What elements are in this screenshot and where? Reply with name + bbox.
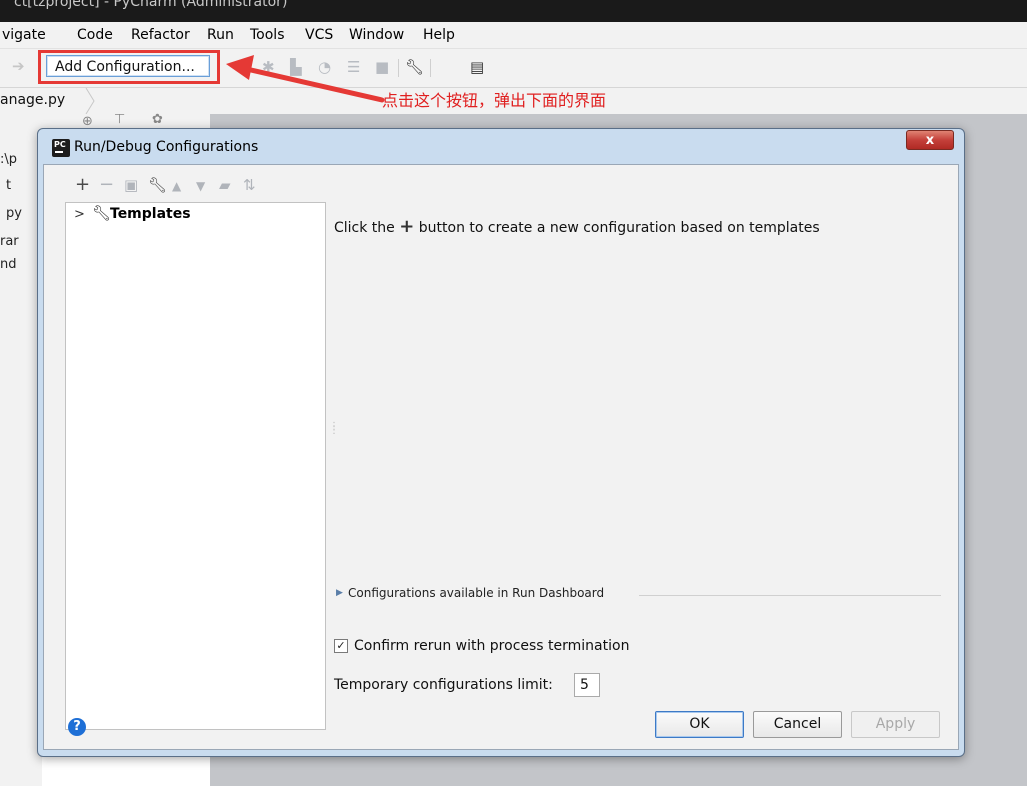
expand-triangle-icon[interactable]: ▶ [336,588,343,598]
ok-button[interactable]: OK [655,711,744,738]
cancel-button[interactable]: Cancel [753,711,842,738]
run-dashboard-section[interactable]: ▶ Configurations available in Run Dashbo… [334,585,941,605]
concurrency-icon[interactable]: ☰ [347,58,360,76]
project-panel: :\p t py rar nd [0,114,42,786]
menu-bar: vigate Code Refactor Run Tools VCS Windo… [0,22,1027,49]
toolbar-separator [398,59,399,77]
confirm-rerun-label[interactable]: Confirm rerun with process termination [354,638,629,654]
pycharm-logo-icon: PC [52,139,70,157]
move-down-icon[interactable]: ▼ [196,179,205,193]
debug-icon[interactable]: ✱ [262,58,275,76]
wrench-icon[interactable]: 🔧︎ [405,58,424,76]
stop-icon[interactable]: ■ [375,58,389,76]
temporary-limit-input[interactable]: 5 [574,673,600,697]
confirm-rerun-checkbox[interactable]: ✓ [334,639,348,653]
move-up-icon[interactable]: ▲ [172,179,181,193]
menu-run[interactable]: Run [207,27,234,43]
add-icon[interactable]: + [75,174,90,195]
hint-prefix: Click the [334,220,395,236]
sort-icon[interactable]: ⇅ [243,176,256,194]
empty-hint: Click the + button to create a new confi… [334,216,820,237]
navigation-bar: anage.py 点击这个按钮，弹出下面的界面 [0,88,1027,115]
project-item[interactable]: rar [0,234,19,249]
apply-button[interactable]: Apply [851,711,940,738]
menu-help[interactable]: Help [423,27,455,43]
wrench-icon: 🔧︎ [92,204,112,222]
forward-arrow-icon[interactable]: ➔ [12,57,25,75]
collapse-icon[interactable]: ⊤ [114,112,125,127]
project-item[interactable]: nd [0,257,17,272]
run-debug-configurations-dialog: PC Run/Debug Configurations x + − ▣ 🔧︎ ▲… [37,128,965,757]
configuration-tree[interactable]: > 🔧︎ Templates [65,202,326,730]
menu-tools[interactable]: Tools [250,27,285,43]
menu-navigate[interactable]: vigate [2,27,46,43]
close-button[interactable]: x [906,130,954,150]
highlight-box [38,50,220,84]
plus-icon: + [399,216,415,237]
confirm-rerun-row: ✓ Confirm rerun with process termination [334,638,654,658]
annotation-text: 点击这个按钮，弹出下面的界面 [382,91,607,110]
project-item[interactable]: :\p [0,152,17,167]
menu-refactor[interactable]: Refactor [131,27,190,43]
divider [639,595,941,596]
copy-icon[interactable]: ▣ [124,176,138,194]
toolbar-separator [430,59,431,77]
project-structure-icon[interactable]: ▤ [470,58,484,76]
new-folder-icon[interactable]: ▰ [219,176,231,194]
settings-gear-icon[interactable]: ✿ [152,112,163,127]
breadcrumb-separator-icon [85,88,95,114]
window-title-bar: ct[tzproject] - PyCharm (Administrator) [0,0,1027,22]
dialog-body: + − ▣ 🔧︎ ▲ ▼ ▰ ⇅ > 🔧︎ Templates ⋮ ⋮ Click… [43,164,959,750]
coverage-icon[interactable]: ▙ [290,58,302,76]
dialog-title: Run/Debug Configurations [74,139,259,155]
help-icon[interactable]: ? [68,718,86,736]
splitter-handle[interactable]: ⋮ ⋮ [329,422,339,436]
menu-window[interactable]: Window [349,27,404,43]
run-dashboard-label[interactable]: Configurations available in Run Dashboar… [348,586,604,600]
chevron-right-icon[interactable]: > [74,207,85,222]
temporary-limit-label: Temporary configurations limit: [334,677,553,693]
main-toolbar: ➔ Add Configuration... ✱ ▙ ◔ ☰ ■ 🔧︎ ▤ [0,49,1027,88]
target-icon[interactable]: ⊕ [82,114,93,129]
menu-code[interactable]: Code [77,27,113,43]
window-title: ct[tzproject] - PyCharm (Administrator) [14,0,288,10]
hint-suffix: button to create a new configuration bas… [418,220,820,236]
menu-vcs[interactable]: VCS [305,27,333,43]
profile-icon[interactable]: ◔ [318,58,331,76]
project-item[interactable]: t [6,178,11,193]
project-item[interactable]: py [6,206,22,221]
tree-item-templates[interactable]: Templates [110,206,191,222]
remove-icon[interactable]: − [99,174,114,195]
wrench-icon[interactable]: 🔧︎ [148,176,167,194]
breadcrumb-file[interactable]: anage.py [0,92,65,108]
temporary-limit-row: Temporary configurations limit: 5 [334,672,634,698]
